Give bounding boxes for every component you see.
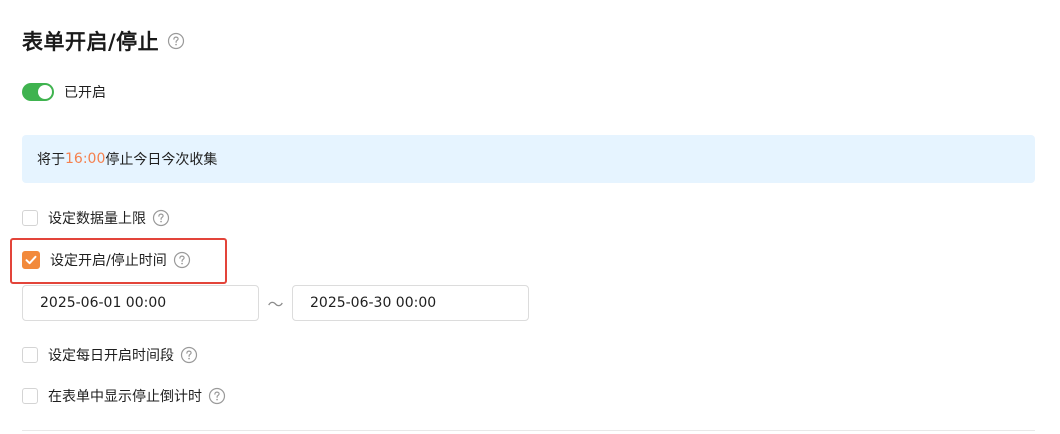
- form-start-stop-settings: 表单开启/停止 已开启 将于 16:00 停止今日今次收集 设定数据量上限 设定…: [0, 0, 1060, 434]
- question-circle-icon[interactable]: [173, 251, 191, 269]
- checkmark-icon: [25, 255, 37, 265]
- info-banner: 将于 16:00 停止今日今次收集: [22, 135, 1035, 183]
- start-datetime-input[interactable]: 2025-06-01 00:00: [22, 285, 259, 321]
- range-separator: ～: [267, 295, 284, 314]
- option-label: 设定开启/停止时间: [50, 253, 167, 269]
- date-range-picker: 2025-06-01 00:00 ～ 2025-06-30 00:00: [22, 285, 529, 321]
- banner-suffix: 停止今日今次收集: [105, 152, 218, 168]
- question-circle-icon[interactable]: [152, 209, 170, 227]
- section-header: 表单开启/停止: [22, 26, 185, 56]
- option-show-countdown[interactable]: 在表单中显示停止倒计时: [22, 385, 226, 407]
- section-divider: [22, 430, 1035, 431]
- banner-stop-time: 16:00: [65, 151, 106, 167]
- checkbox-daily-period[interactable]: [22, 347, 38, 363]
- checkbox-start-stop-time[interactable]: [22, 251, 40, 269]
- status-switch-row: 已开启: [22, 80, 106, 104]
- status-toggle-label: 已开启: [64, 85, 106, 101]
- status-toggle[interactable]: [22, 83, 54, 101]
- option-label: 设定数据量上限: [48, 211, 146, 227]
- banner-prefix: 将于: [37, 152, 65, 168]
- option-data-limit[interactable]: 设定数据量上限: [22, 207, 170, 229]
- question-circle-icon[interactable]: [208, 387, 226, 405]
- checkbox-show-countdown[interactable]: [22, 388, 38, 404]
- option-label: 在表单中显示停止倒计时: [48, 389, 202, 405]
- question-circle-icon[interactable]: [167, 32, 185, 50]
- end-datetime-input[interactable]: 2025-06-30 00:00: [292, 285, 529, 321]
- section-title: 表单开启/停止: [22, 30, 160, 54]
- option-daily-period[interactable]: 设定每日开启时间段: [22, 344, 198, 366]
- toggle-knob: [38, 85, 52, 99]
- question-circle-icon[interactable]: [180, 346, 198, 364]
- option-start-stop-time[interactable]: 设定开启/停止时间: [22, 249, 191, 271]
- checkbox-data-limit[interactable]: [22, 210, 38, 226]
- option-label: 设定每日开启时间段: [48, 348, 174, 364]
